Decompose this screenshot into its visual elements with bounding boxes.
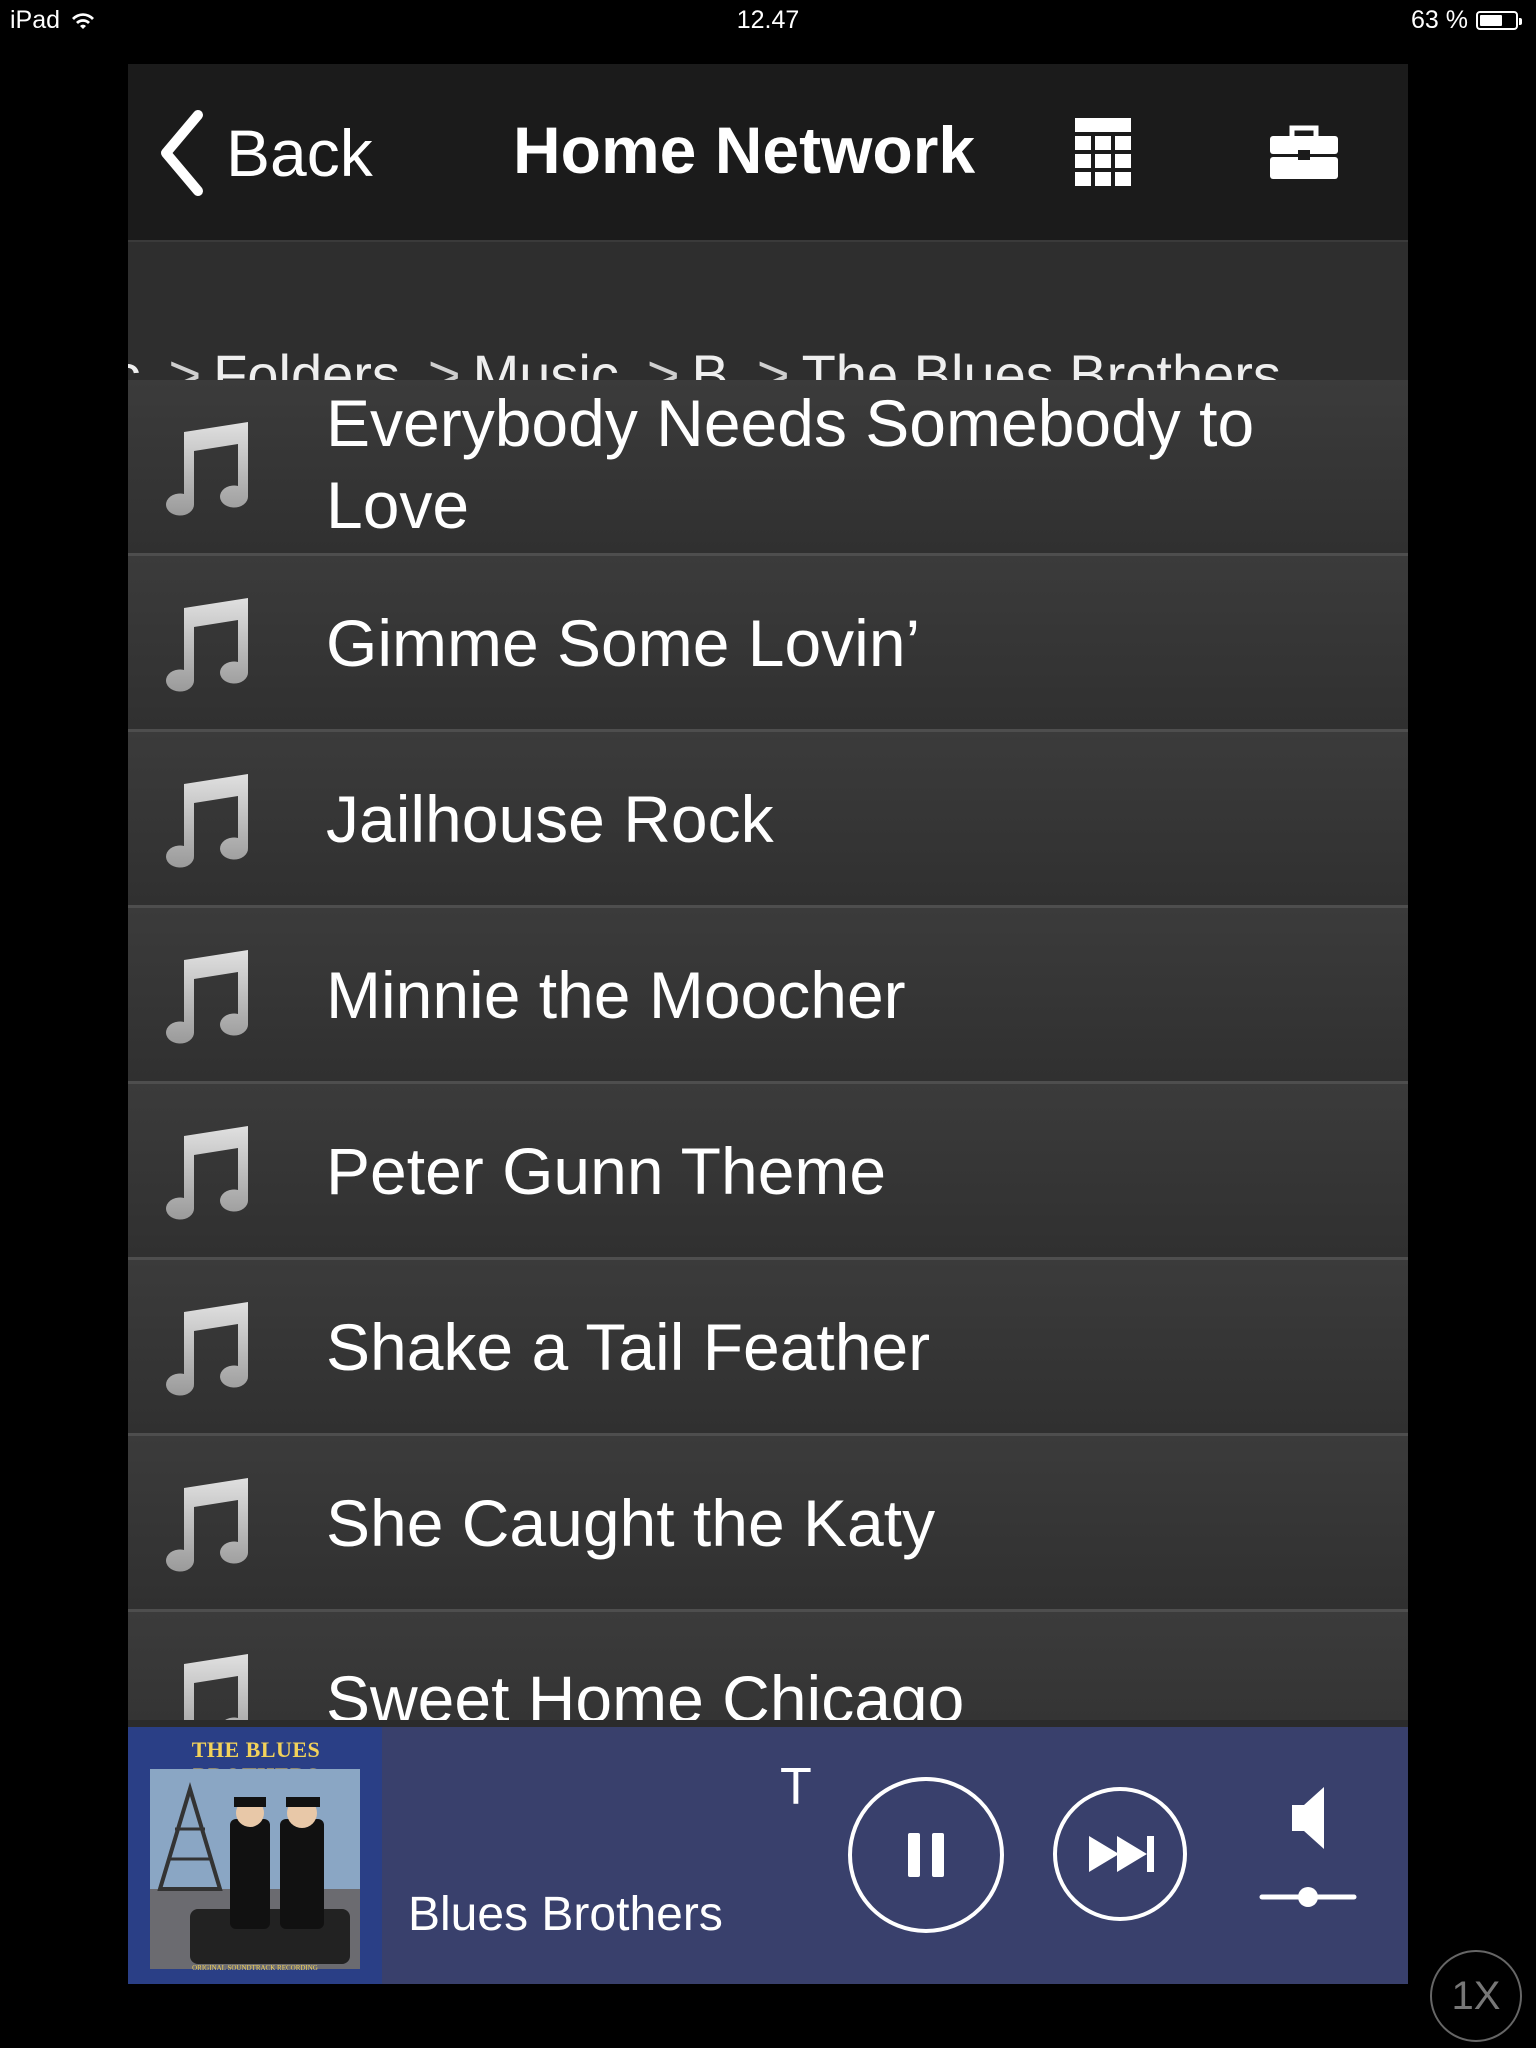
music-note-icon xyxy=(166,950,249,1044)
album-cover[interactable]: THE BLUES BROTHERS ORIGINAL SOUNDTRACK R… xyxy=(128,1727,382,1984)
battery-percent: 63 % xyxy=(1411,6,1468,34)
pause-icon xyxy=(908,1833,944,1877)
next-track-button[interactable] xyxy=(1053,1787,1187,1921)
track-row[interactable]: Jailhouse Rock xyxy=(128,732,1408,908)
music-note-icon xyxy=(166,774,249,868)
volume-control[interactable] xyxy=(1258,1785,1358,1925)
status-bar: iPad 12.47 63 % xyxy=(0,0,1536,44)
app-window: Back Home Network sic>Folders>Music>B>Th… xyxy=(128,64,1408,1984)
track-row[interactable]: Peter Gunn Theme xyxy=(128,1084,1408,1260)
music-note-icon xyxy=(184,1654,248,1720)
page-title: Home Network xyxy=(513,113,976,187)
track-title: Everybody Needs Somebody to xyxy=(326,386,1255,460)
back-label: Back xyxy=(226,116,373,190)
track-title-fragment: T xyxy=(780,1758,812,1816)
track-row[interactable]: She Caught the Katy xyxy=(128,1436,1408,1612)
track-title: Peter Gunn Theme xyxy=(326,1134,887,1208)
track-title: Shake a Tail Feather xyxy=(326,1310,931,1384)
track-title: Minnie the Moocher xyxy=(326,958,906,1032)
back-button[interactable]: Back xyxy=(158,108,373,198)
artist-name: Blues Brothers xyxy=(408,1888,723,1941)
track-title: Gimme Some Lovin’ xyxy=(326,606,921,680)
now-playing-bar: THE BLUES BROTHERS ORIGINAL SOUNDTRACK R… xyxy=(128,1727,1408,1984)
skip-forward-icon xyxy=(1089,1836,1154,1872)
nav-bar: Back Home Network xyxy=(128,64,1408,242)
track-row[interactable]: Shake a Tail Feather xyxy=(128,1260,1408,1436)
music-note-icon xyxy=(166,1478,249,1572)
speaker-icon xyxy=(1292,1787,1324,1849)
track-list: Everybody Needs Somebody to Love Gimme Som… xyxy=(128,380,1408,1720)
pause-button[interactable] xyxy=(848,1777,1004,1933)
track-title: Jailhouse Rock xyxy=(326,782,774,856)
music-note-icon xyxy=(166,422,249,516)
battery-icon xyxy=(1476,11,1522,30)
album-cover-subtitle: ORIGINAL SOUNDTRACK RECORDING xyxy=(192,1964,318,1972)
music-note-icon xyxy=(166,598,249,692)
toolbox-icon[interactable] xyxy=(1268,124,1340,182)
clock: 12.47 xyxy=(736,6,800,34)
track-title: Sweet Home Chicago xyxy=(326,1662,965,1720)
music-note-icon xyxy=(166,1302,249,1396)
track-title-line2: Love xyxy=(326,468,470,542)
chevron-left-icon xyxy=(161,110,203,196)
album-art-image xyxy=(150,1769,360,1969)
volume-slider-knob[interactable] xyxy=(1298,1887,1318,1907)
music-note-icon xyxy=(166,1126,249,1220)
track-row[interactable]: Minnie the Moocher xyxy=(128,908,1408,1084)
grid-icon[interactable] xyxy=(1073,116,1133,188)
track-title: She Caught the Katy xyxy=(326,1486,936,1560)
track-row[interactable]: Gimme Some Lovin’ xyxy=(128,556,1408,732)
track-row[interactable]: Everybody Needs Somebody to Love xyxy=(128,380,1408,556)
track-row[interactable]: Sweet Home Chicago xyxy=(128,1612,1408,1720)
zoom-badge[interactable]: 1X xyxy=(1430,1950,1522,2042)
